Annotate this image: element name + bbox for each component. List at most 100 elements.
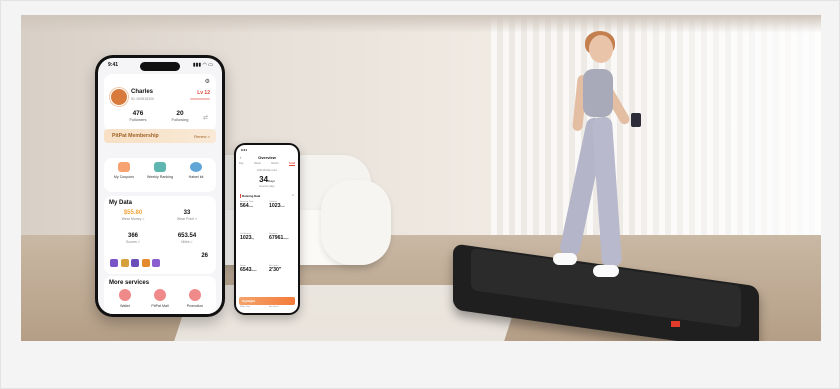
- highlight-bar[interactable]: Highlight: [239, 297, 295, 305]
- footer-item: Best level: [269, 306, 279, 308]
- phone-mockup-overview: 9:41 ‹ Overview Day Week Month Total 202…: [234, 143, 300, 315]
- badge-row[interactable]: [110, 254, 163, 272]
- quick-action-label: Hatsel kit: [188, 175, 204, 179]
- person-head: [589, 35, 613, 63]
- badge-icon: [110, 259, 118, 267]
- status-icons: ▮▮▮ ◠ ▭: [192, 62, 213, 68]
- total-days-value: 34: [259, 175, 269, 184]
- medal-icon: [190, 162, 202, 172]
- coupon-icon: [118, 162, 130, 172]
- quick-action-coupons[interactable]: My Coupons: [106, 162, 142, 179]
- data-value: 33: [183, 210, 191, 216]
- data-value: 653.54: [177, 233, 197, 239]
- tab-total[interactable]: Total: [288, 162, 295, 166]
- promotion-icon: [189, 289, 201, 301]
- my-data-card: My Data $55.80 Wear Money > 33 Wear Poin…: [104, 196, 216, 274]
- quick-action-kit[interactable]: Hatsel kit: [178, 162, 214, 179]
- stat-value: 1023: [269, 203, 281, 209]
- running-data-title: Running Data: [240, 194, 261, 198]
- sofa-arm: [321, 180, 391, 265]
- avatar[interactable]: [110, 88, 128, 106]
- phone-mockup-profile: 9:41 ▮▮▮ ◠ ▭ ⚙ Charles ID: 520515320 Lv …: [95, 55, 225, 317]
- quick-action-label: Weekly Ranking: [147, 175, 173, 179]
- following-label: Following: [171, 117, 189, 122]
- data-cell-miles[interactable]: 653.54 Miles >: [162, 233, 212, 244]
- person-torso: [583, 69, 613, 117]
- overview-title: Overview: [258, 155, 276, 160]
- walking-person: [553, 31, 643, 285]
- person-shoe: [593, 265, 619, 277]
- stat-value: 67961: [269, 235, 284, 241]
- data-value: 366: [127, 233, 138, 239]
- phone-notch: [140, 62, 180, 71]
- tab-week[interactable]: Week: [254, 162, 261, 166]
- membership-title: PitPat Membership: [112, 133, 159, 139]
- stat-cell: Steps 6543times: [240, 265, 268, 273]
- service-wallet[interactable]: Wallet: [108, 289, 142, 308]
- service-label: Promotion: [186, 304, 204, 308]
- status-time: 9:41: [241, 148, 248, 152]
- data-label: Wear Money >: [121, 217, 145, 221]
- tab-month[interactable]: Month: [271, 162, 278, 166]
- date-range: 2023.06 Mar-index: [257, 169, 277, 172]
- stat-cell: Best pace 2'30": [269, 265, 297, 273]
- profile-card: ⚙ Charles ID: 520515320 Lv 12 476 Follow…: [104, 74, 216, 132]
- quick-actions: My Coupons Weekly Ranking Hatsel kit: [104, 158, 216, 192]
- level-badge: Lv 12: [197, 90, 210, 96]
- stat-unit: kcal: [280, 206, 285, 208]
- following-count: 20: [176, 110, 184, 117]
- following-stat[interactable]: 20 Following: [162, 110, 198, 122]
- stat-unit: kg: [251, 238, 254, 240]
- more-services-card: More services Wallet PitPat Mall Promoti…: [104, 276, 216, 314]
- mall-icon: [154, 289, 166, 301]
- total-days-label: Exercise days: [259, 185, 275, 188]
- my-data-title: My Data: [109, 200, 133, 206]
- stat-value: 564: [240, 203, 249, 209]
- period-tabs: Day Week Month Total: [239, 162, 295, 166]
- stat-unit: times: [251, 270, 257, 272]
- data-cell-points[interactable]: 33 Wear Point >: [162, 210, 212, 221]
- data-value: $55.80: [123, 210, 143, 216]
- badge-icon: [141, 259, 150, 267]
- data-label: Wear Point >: [176, 217, 198, 221]
- badge-icon: [120, 259, 129, 267]
- level-progress: [190, 98, 210, 100]
- stat-unit: steps: [283, 238, 289, 240]
- page-frame: 9:41 ▮▮▮ ◠ ▭ ⚙ Charles ID: 520515320 Lv …: [0, 0, 840, 389]
- hero-banner-image: 9:41 ▮▮▮ ◠ ▭ ⚙ Charles ID: 520515320 Lv …: [21, 15, 821, 341]
- data-cell-money[interactable]: $55.80 Wear Money >: [108, 210, 158, 221]
- badge-icon: [131, 259, 139, 267]
- quick-action-label: My Coupons: [113, 175, 135, 179]
- stat-value: 2'30": [269, 267, 282, 273]
- service-label: Wallet: [120, 304, 130, 308]
- stat-cell: Distance 67961steps: [269, 233, 297, 241]
- membership-banner[interactable]: PitPat Membership Renew >: [104, 129, 216, 143]
- settings-icon[interactable]: ⚙: [205, 78, 210, 85]
- data-label: Scores >: [126, 240, 140, 244]
- share-icon[interactable]: ⋖: [291, 193, 294, 197]
- total-days-unit: Days: [268, 179, 275, 183]
- membership-renew[interactable]: Renew >: [194, 134, 210, 139]
- badge-icon: [152, 259, 160, 267]
- status-time: 9:41: [108, 62, 119, 68]
- user-name: Charles: [131, 89, 154, 95]
- service-promotion[interactable]: Promotion: [178, 289, 212, 308]
- stat-value: 6543: [240, 267, 252, 273]
- data-label: Miles >: [181, 240, 193, 244]
- stat-value: 1023: [240, 235, 252, 241]
- stat-unit: mins: [248, 206, 254, 208]
- stat-cell: Running Time 564mins: [240, 201, 268, 209]
- data-cell-scores[interactable]: 366 Scores >: [108, 233, 158, 244]
- overview-screen: 9:41 ‹ Overview Day Week Month Total 202…: [236, 145, 298, 313]
- stat-cell: Calories 1023kcal: [269, 201, 297, 209]
- service-mall[interactable]: PitPat Mall: [143, 289, 177, 308]
- handheld-phone: [631, 113, 641, 127]
- ranking-icon: [154, 162, 166, 172]
- treadmill-display: [671, 321, 680, 327]
- highlight-label: Highlight: [242, 299, 255, 303]
- total-days: 34Days: [236, 175, 298, 184]
- followers-stat[interactable]: 476 Followers: [120, 110, 156, 122]
- quick-action-ranking[interactable]: Weekly Ranking: [142, 162, 178, 179]
- tab-day[interactable]: Day: [239, 162, 244, 166]
- switch-icon[interactable]: ⇄: [203, 114, 208, 121]
